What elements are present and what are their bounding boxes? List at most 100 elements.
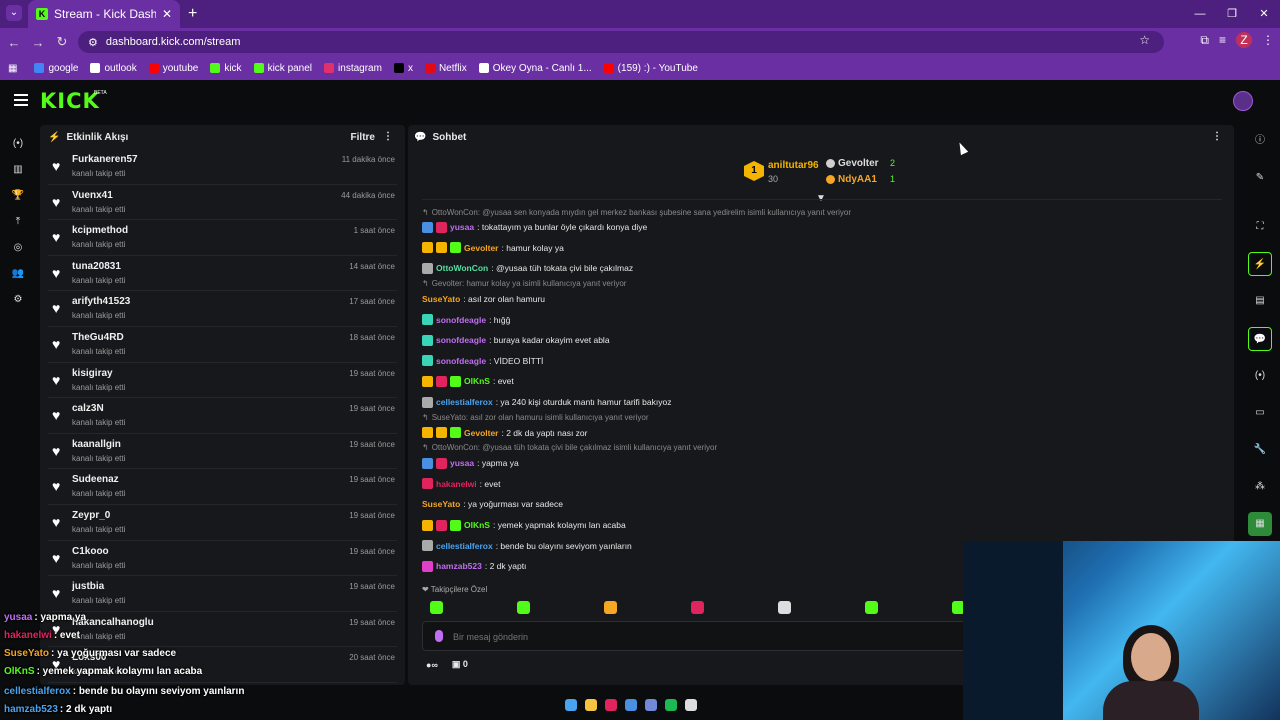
info-icon[interactable]: ⓘ — [1248, 129, 1272, 153]
follower-name[interactable]: Zeypr_0 — [72, 510, 110, 521]
chat-toggle-icon[interactable]: 💬 — [1248, 327, 1272, 351]
upload-icon[interactable]: ⤒ — [10, 214, 26, 230]
activity-item[interactable]: ♥ arifyth41523 kanalı takip etti 17 saat ön… — [48, 291, 397, 327]
emote-icon[interactable] — [691, 601, 704, 614]
app-icon[interactable]: ▦ — [1248, 512, 1272, 536]
chat-message[interactable]: sonofdeagle: buraya kadar okayim evet ab… — [422, 330, 1222, 351]
chat-username[interactable]: OttoWonCon — [436, 263, 488, 273]
emote-icon[interactable] — [865, 601, 878, 614]
taskbar-app-icon[interactable] — [625, 699, 637, 711]
taskbar-app-icon[interactable] — [605, 699, 617, 711]
activity-item[interactable]: ♥ C1kooo kanalı takip etti 19 saat önce — [48, 541, 397, 577]
follower-name[interactable]: kaanallgin — [72, 439, 121, 450]
url-field[interactable]: ⚙ dashboard.kick.com/stream — [78, 31, 1164, 53]
chat-username[interactable]: sonofdeagle — [436, 335, 486, 345]
chat-message[interactable]: OlKnS: evet — [422, 371, 1222, 392]
stream-icon[interactable]: (•) — [10, 136, 26, 152]
chat-message[interactable]: OlKnS: yemek yapmak kolaymı lan acaba — [422, 515, 1222, 536]
bookmark-item[interactable]: Netflix — [420, 63, 472, 74]
chat-message[interactable]: yusaa: tokattayım ya bunlar öyle çıkardı… — [422, 217, 1222, 238]
leaderboard-second-name[interactable]: Gevolter — [838, 158, 879, 169]
fullscreen-icon[interactable]: ⛶ — [1248, 215, 1272, 239]
emote-picker-icon[interactable] — [435, 630, 443, 642]
chat-username[interactable]: Gevolter — [464, 428, 499, 438]
activity-item[interactable]: ♥ tuna20831 kanalı takip etti 14 saat önce — [48, 256, 397, 292]
follower-name[interactable]: tuna20831 — [72, 261, 121, 272]
chat-message[interactable]: OttoWonCon: @yusaa tüh tokata çivi bile … — [422, 258, 1222, 279]
tools-icon[interactable]: 🔧 — [1248, 438, 1272, 462]
activity-item[interactable]: ♥ kaanallgin kanalı takip etti 19 saat önce — [48, 434, 397, 470]
follower-name[interactable]: kcipmethod — [72, 225, 128, 236]
profile-avatar[interactable]: Z — [1236, 32, 1252, 48]
minimize-icon[interactable]: — — [1184, 0, 1216, 28]
broadcast-icon[interactable]: (•) — [1248, 364, 1272, 388]
activity-menu-icon[interactable]: ⋮ — [383, 131, 393, 142]
back-icon[interactable]: ← — [2, 35, 26, 50]
follower-name[interactable]: Vuenx41 — [72, 190, 113, 201]
chat-username[interactable]: hamzab523 — [436, 561, 482, 571]
chat-message[interactable]: sonofdeagle: hığğ — [422, 309, 1222, 330]
activity-item[interactable]: ♥ TheGu4RD kanalı takip etti 18 saat önce — [48, 327, 397, 363]
moderation-icon[interactable]: ◎ — [10, 240, 26, 256]
new-tab-button[interactable]: + — [188, 5, 197, 23]
chat-message[interactable]: SuseYato: ya yoğurması var sadece — [422, 494, 1222, 515]
chat-username[interactable]: hakanelwi — [436, 479, 477, 489]
taskbar-app-icon[interactable] — [565, 699, 577, 711]
follower-name[interactable]: kisigiray — [72, 368, 113, 379]
settings-icon[interactable]: ⚙ — [10, 292, 26, 308]
menu-icon[interactable] — [14, 94, 28, 106]
tab-search-button[interactable]: ⌄ — [6, 5, 22, 21]
emote-icon[interactable] — [778, 601, 791, 614]
reload-icon[interactable]: ↻ — [50, 34, 74, 50]
forward-icon[interactable]: → — [26, 35, 50, 50]
chat-username[interactable]: OlKnS — [464, 520, 490, 530]
leaderboard-first-name[interactable]: aniltutar96 — [768, 160, 819, 171]
chat-menu-icon[interactable]: ⋮ — [1212, 131, 1222, 142]
taskbar-app-icon[interactable] — [645, 699, 657, 711]
users-icon[interactable]: 👥 — [10, 266, 26, 282]
points-icon[interactable]: ●∞ — [426, 660, 438, 670]
close-tab-icon[interactable]: ✕ — [162, 7, 172, 21]
leaderboard-third-name[interactable]: NdyAA1 — [838, 174, 877, 185]
bookmark-item[interactable]: x — [389, 63, 418, 74]
chat-message[interactable]: cellestialferox: ya 240 kişi oturduk man… — [422, 392, 1222, 413]
store-icon[interactable]: ▣ 0 — [452, 659, 468, 670]
chat-username[interactable]: cellestialferox — [436, 397, 493, 407]
chat-username[interactable]: SuseYato — [422, 294, 460, 304]
taskbar-app-icon[interactable] — [685, 699, 697, 711]
browser-tab[interactable]: K Stream - Kick Dashboard ✕ — [28, 0, 180, 28]
bookmark-star-icon[interactable]: ☆ — [1139, 33, 1150, 47]
activity-item[interactable]: ♥ Zeypr_0 kanalı takip etti 19 saat önce — [48, 505, 397, 541]
bookmark-item[interactable]: (159) :) - YouTube — [599, 63, 703, 74]
layout-icon[interactable]: ▭ — [1248, 401, 1272, 425]
notes-icon[interactable]: ▤ — [1248, 289, 1272, 313]
chat-input-box[interactable] — [422, 621, 982, 651]
chat-message[interactable]: Gevolter: hamur kolay ya — [422, 238, 1222, 259]
bookmark-item[interactable]: Okey Oyna - Canlı 1... — [474, 63, 597, 74]
chat-message[interactable]: yusaa: yapma ya — [422, 453, 1222, 474]
activity-item[interactable]: ♥ kcipmethod kanalı takip etti 1 saat önce — [48, 220, 397, 256]
filter-button[interactable]: Filtre — [351, 132, 375, 143]
activity-item[interactable]: ♥ kisigiray kanalı takip etti 19 saat önce — [48, 363, 397, 399]
restore-icon[interactable]: ❐ — [1216, 0, 1248, 28]
chat-message[interactable]: hakanelwi: evet — [422, 474, 1222, 495]
close-window-icon[interactable]: ✕ — [1248, 0, 1280, 28]
follower-name[interactable]: justbia — [72, 581, 104, 592]
emote-icon[interactable] — [430, 601, 443, 614]
activity-item[interactable]: ♥ Furkaneren57 kanalı takip etti 11 dakika … — [48, 149, 397, 185]
chat-username[interactable]: OlKnS — [464, 376, 490, 386]
edit-icon[interactable]: ✎ — [1248, 166, 1272, 190]
extensions-icon[interactable]: ⧉ — [1200, 33, 1209, 48]
user-avatar[interactable] — [1233, 91, 1253, 111]
quick-actions-icon[interactable]: ⚡ — [1248, 252, 1272, 276]
chat-username[interactable]: yusaa — [450, 222, 474, 232]
chat-message[interactable]: Gevolter: 2 dk da yaptı nası zor — [422, 422, 1222, 443]
follower-name[interactable]: TheGu4RD — [72, 332, 124, 343]
chat-message-input[interactable] — [453, 629, 953, 645]
bookmark-item[interactable]: outlook — [85, 63, 141, 74]
chat-message[interactable]: sonofdeagle: VİDEO BİTTİ — [422, 351, 1222, 372]
emote-icon[interactable] — [604, 601, 617, 614]
bookmark-item[interactable]: instagram — [319, 63, 387, 74]
chat-username[interactable]: sonofdeagle — [436, 315, 486, 325]
chat-message[interactable]: SuseYato: asıl zor olan hamuru — [422, 289, 1222, 310]
